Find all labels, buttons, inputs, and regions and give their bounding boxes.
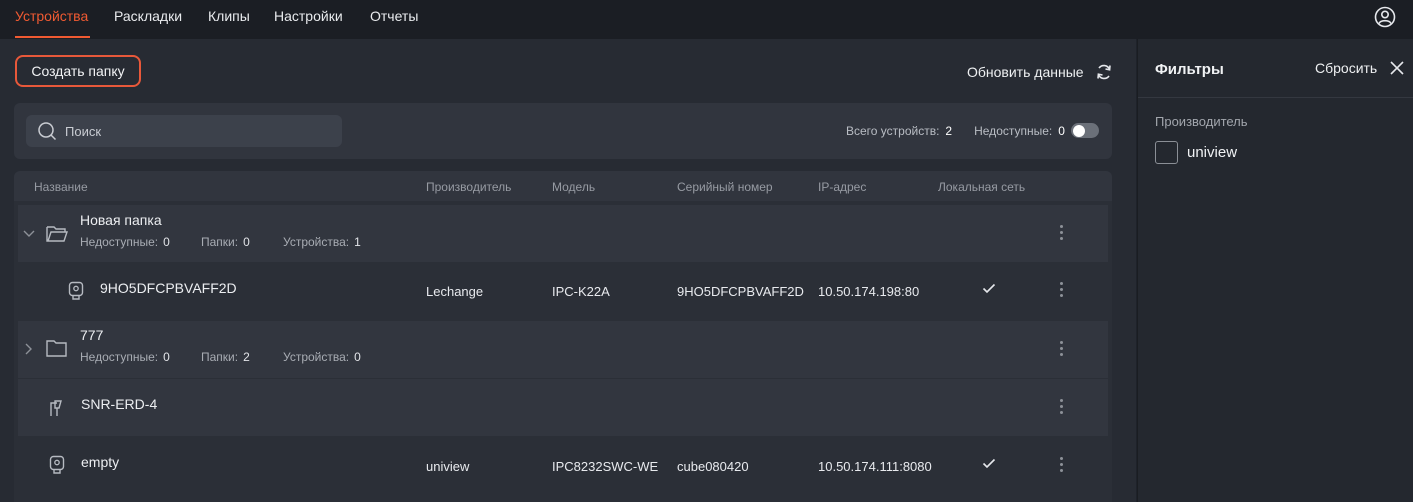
search-icon <box>38 122 57 141</box>
unavailable-label: Недоступные: <box>80 350 159 364</box>
checkmark-icon <box>982 458 996 469</box>
more-options-icon[interactable] <box>1060 457 1064 473</box>
folders-label: Папки: <box>201 235 239 249</box>
folders-count: 2 <box>243 350 250 364</box>
folders-count: 0 <box>243 235 250 249</box>
unavailable-count: 0 <box>163 235 170 249</box>
manufacturer-option-label[interactable]: uniview <box>1187 144 1237 161</box>
active-tab-indicator <box>15 36 90 38</box>
device-ip: 10.50.174.198:80 <box>818 284 920 299</box>
folder-icon <box>46 340 67 357</box>
table-row[interactable]: Новая папка Недоступные: 0 Папки: 0 Устрой… <box>18 205 1108 262</box>
unavailable-label: Недоступные: <box>80 235 159 249</box>
chevron-right-icon[interactable] <box>24 342 34 356</box>
devices-table: Название Производитель Модель Серийный н… <box>14 171 1112 502</box>
folder-subfolders: Папки: 2 <box>201 350 250 364</box>
more-options-icon[interactable] <box>1060 341 1064 357</box>
folders-label: Папки: <box>201 350 239 364</box>
more-options-icon[interactable] <box>1060 282 1064 298</box>
devices-panel: Создать папку Обновить данные Всего устр… <box>0 39 1136 502</box>
refresh-button[interactable]: Обновить данные <box>967 62 1114 82</box>
camera-icon <box>49 455 65 474</box>
device-ip: 10.50.174.111:8080 <box>818 459 932 474</box>
more-options-icon[interactable] <box>1060 225 1064 241</box>
reset-filters-button[interactable]: Сбросить <box>1315 60 1377 76</box>
device-serial: cube080420 <box>677 459 749 474</box>
chevron-down-icon[interactable] <box>22 229 36 239</box>
device-serial: 9HO5DFCPBVAFF2D <box>677 284 804 299</box>
user-profile-icon[interactable] <box>1374 6 1396 28</box>
camera-icon <box>68 281 84 300</box>
col-model[interactable]: Модель <box>552 180 595 194</box>
tab-reports[interactable]: Отчеты <box>370 8 418 24</box>
close-icon[interactable] <box>1389 60 1405 76</box>
table-header: Название Производитель Модель Серийный н… <box>14 171 1112 201</box>
refresh-label: Обновить данные <box>967 64 1084 80</box>
search-input[interactable] <box>65 123 315 139</box>
folder-unavailable: Недоступные: 0 <box>80 350 170 364</box>
table-row[interactable]: 777 Недоступные: 0 Папки: 2 Устройства: 0 <box>18 321 1108 378</box>
manufacturer-filter-label: Производитель <box>1155 114 1248 129</box>
folder-devices: Устройства: 0 <box>283 350 361 364</box>
sensor-icon <box>50 400 62 416</box>
col-serial[interactable]: Серийный номер <box>677 180 773 194</box>
search-panel: Всего устройств: 2 Недоступные: 0 <box>14 103 1112 159</box>
filters-title: Фильтры <box>1155 61 1224 78</box>
device-stats: Всего устройств: 2 Недоступные: 0 <box>846 123 1099 138</box>
filters-panel: Фильтры Сбросить Производитель uniview <box>1137 39 1413 502</box>
tab-layouts[interactable]: Раскладки <box>114 8 182 24</box>
devices-count: 0 <box>354 350 361 364</box>
top-nav: Устройства Раскладки Клипы Настройки Отч… <box>0 0 1413 39</box>
device-manufacturer: Lechange <box>426 284 484 299</box>
table-row[interactable]: empty uniview IPC8232SWC-WE cube080420 1… <box>18 437 1108 494</box>
device-manufacturer: uniview <box>426 459 470 474</box>
folder-name: Новая папка <box>80 212 162 228</box>
unavailable-value: 0 <box>1058 123 1065 138</box>
device-name: SNR-ERD-4 <box>81 396 158 412</box>
filters-divider <box>1138 97 1413 98</box>
device-name: 9HO5DFCPBVAFF2D <box>100 280 237 296</box>
total-devices-label: Всего устройств: <box>846 123 940 138</box>
table-row[interactable]: SNR-ERD-4 <box>18 379 1108 436</box>
create-folder-button[interactable]: Создать папку <box>15 55 141 87</box>
folder-open-icon <box>46 226 68 242</box>
device-model: IPC8232SWC-WE <box>552 459 659 474</box>
tab-devices[interactable]: Устройства <box>15 8 88 24</box>
col-ip[interactable]: IP-адрес <box>818 180 866 194</box>
unavailable-count: 0 <box>163 350 170 364</box>
unavailable-toggle[interactable] <box>1070 123 1099 138</box>
more-options-icon[interactable] <box>1060 399 1064 415</box>
tab-clips[interactable]: Клипы <box>208 8 250 24</box>
folder-subfolders: Папки: 0 <box>201 235 250 249</box>
search-box[interactable] <box>26 115 342 147</box>
table-row[interactable]: 9HO5DFCPBVAFF2D Lechange IPC-K22A 9HO5DF… <box>18 262 1108 319</box>
manufacturer-checkbox[interactable] <box>1155 141 1178 164</box>
devices-label: Устройства: <box>283 350 350 364</box>
tab-settings[interactable]: Настройки <box>274 8 343 24</box>
folder-devices: Устройства: 1 <box>283 235 361 249</box>
unavailable-label: Недоступные: <box>974 123 1053 138</box>
refresh-icon <box>1096 64 1111 80</box>
folder-unavailable: Недоступные: 0 <box>80 235 170 249</box>
col-local-network[interactable]: Локальная сеть <box>938 180 1025 194</box>
col-manufacturer[interactable]: Производитель <box>426 180 511 194</box>
checkmark-icon <box>982 283 996 294</box>
folder-name: 777 <box>80 327 104 343</box>
col-name[interactable]: Название <box>34 180 88 194</box>
device-name: empty <box>81 454 120 470</box>
device-model: IPC-K22A <box>552 284 610 299</box>
devices-label: Устройства: <box>283 235 350 249</box>
total-devices-value: 2 <box>945 123 953 138</box>
devices-count: 1 <box>354 235 361 249</box>
